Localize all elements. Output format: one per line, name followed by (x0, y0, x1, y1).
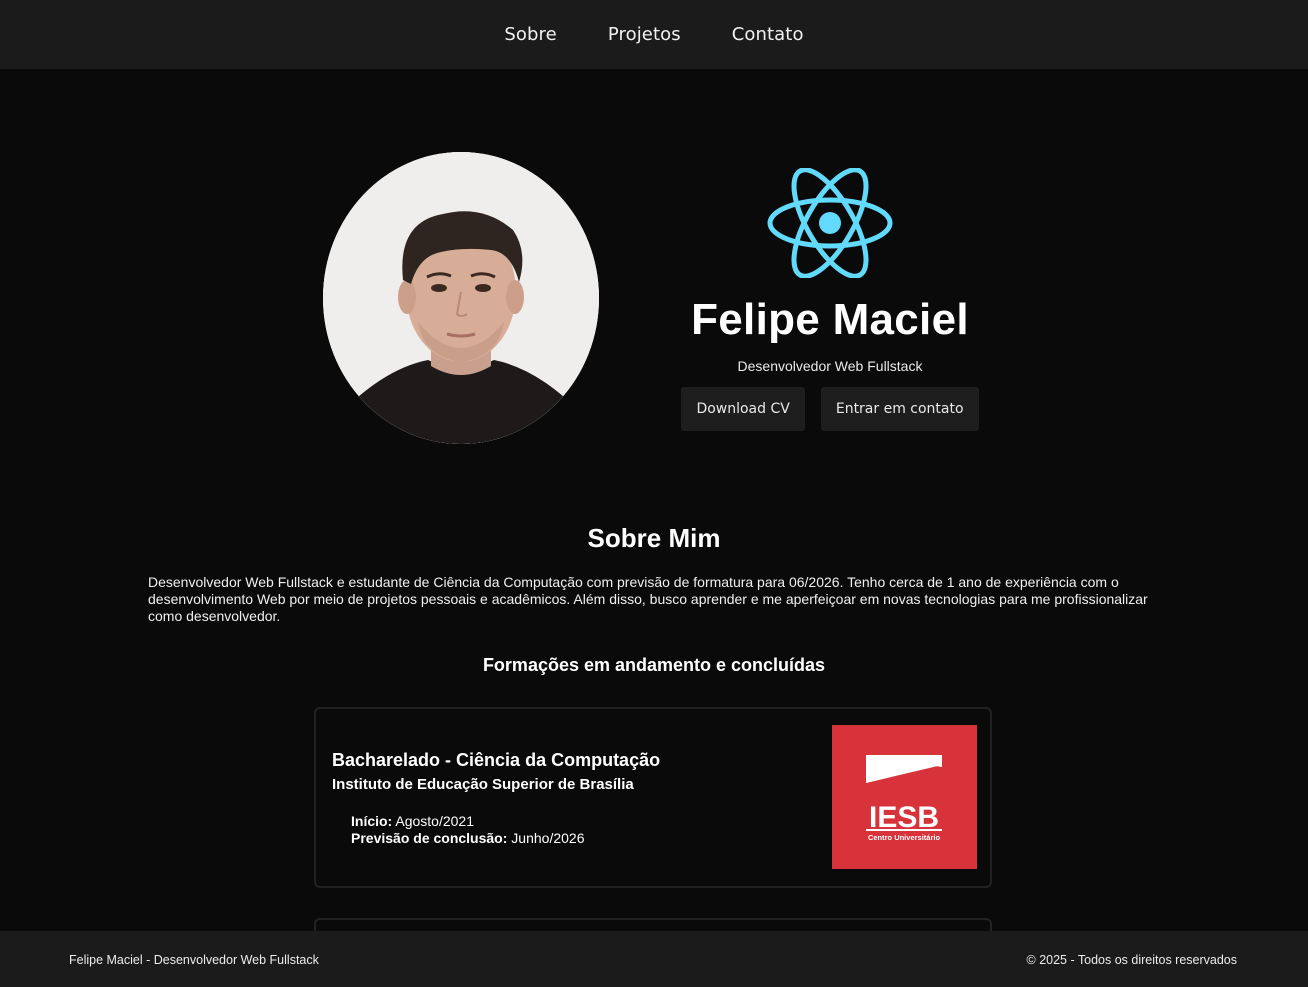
contact-button[interactable]: Entrar em contato (820, 387, 979, 431)
about-text: Desenvolvedor Web Fullstack e estudante … (148, 574, 1148, 624)
nav-link-sobre[interactable]: Sobre (504, 24, 556, 45)
download-cv-button[interactable]: Download CV (681, 387, 805, 431)
iesb-logo-subtext: Centro Universitário (868, 833, 941, 842)
footer: Felipe Maciel - Desenvolvedor Web Fullst… (0, 931, 1308, 987)
footer-copyright: © 2025 - Todos os direitos reservados (1026, 953, 1237, 967)
education-end-value: Junho/2026 (511, 830, 585, 846)
footer-author: Felipe Maciel - Desenvolvedor Web Fullst… (69, 953, 319, 967)
profile-photo (323, 152, 599, 444)
hero-actions: Download CV Entrar em contato (681, 387, 979, 431)
hero-intro: Felipe Maciel Desenvolvedor Web Fullstac… (660, 160, 1000, 431)
about-title: Sobre Mim (587, 523, 721, 553)
react-icon (767, 167, 893, 283)
education-card: Bacharelado - Ciência da Computação Inst… (314, 707, 992, 888)
education-institution: Instituto de Educação Superior de Brasíl… (332, 776, 634, 793)
education-end-label: Previsão de conclusão: (351, 830, 508, 846)
top-navigation: Sobre Projetos Contato (0, 0, 1308, 69)
nav-link-projetos[interactable]: Projetos (608, 24, 681, 45)
hero-name: Felipe Maciel (691, 295, 969, 344)
education-start-label: Início: (351, 813, 393, 829)
education-dates: Início: Agosto/2021 Previsão de conclusã… (351, 813, 584, 847)
education-title: Formações em andamento e concluídas (482, 655, 826, 675)
hero-subtitle: Desenvolvedor Web Fullstack (737, 358, 923, 374)
nav-link-contato[interactable]: Contato (732, 24, 804, 45)
education-course: Bacharelado - Ciência da Computação (332, 750, 661, 770)
iesb-logo: IESB Centro Universitário (832, 725, 977, 869)
education-start-value: Agosto/2021 (395, 813, 474, 829)
